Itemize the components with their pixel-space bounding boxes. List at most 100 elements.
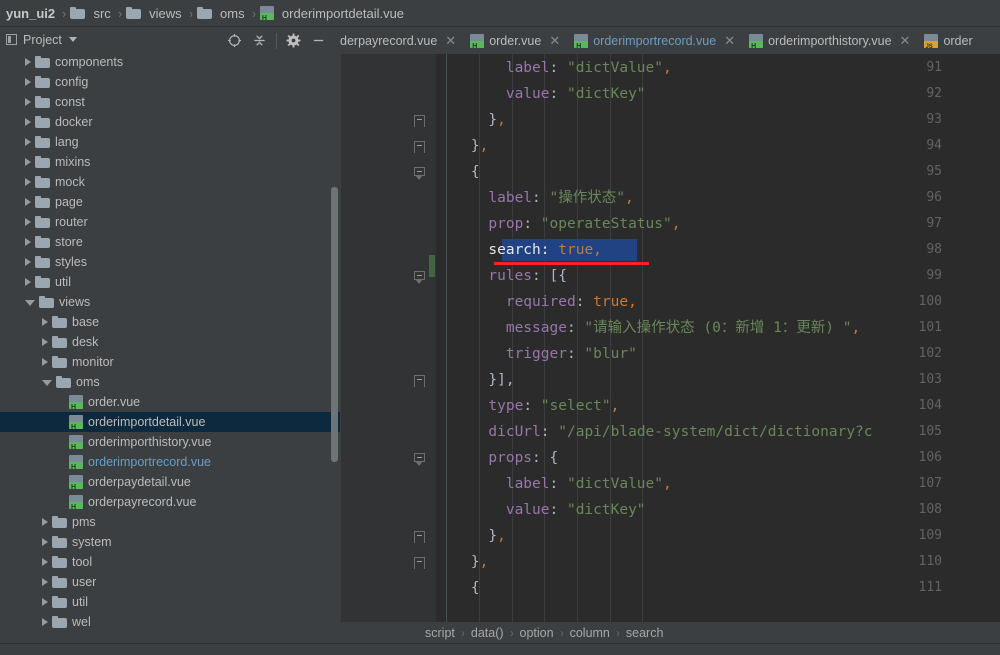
tree-item-system[interactable]: system xyxy=(0,532,340,552)
tree-item-order-vue[interactable]: order.vue xyxy=(0,392,340,412)
chevron-right-icon[interactable] xyxy=(25,278,31,286)
tree-item-oms[interactable]: oms xyxy=(0,372,340,392)
code-fold-marker[interactable] xyxy=(414,271,425,284)
code-fold-marker[interactable] xyxy=(414,141,425,153)
code-line[interactable]: label: "dictValue", xyxy=(436,471,672,497)
chevron-right-icon[interactable] xyxy=(42,358,48,366)
breadcrumb-item-views[interactable]: views xyxy=(125,0,186,27)
tree-item-desk[interactable]: desk xyxy=(0,332,340,352)
chevron-down-icon[interactable] xyxy=(68,37,77,42)
chevron-right-icon[interactable] xyxy=(42,618,48,626)
tree-item-components[interactable]: components xyxy=(0,52,340,72)
code-line[interactable]: }, xyxy=(436,523,505,549)
structure-breadcrumb-item-search[interactable]: search xyxy=(626,626,664,640)
project-tree[interactable]: components config const docker lang mixins moc… xyxy=(0,52,340,655)
code-line[interactable]: value: "dictKey" xyxy=(436,497,646,523)
chevron-down-icon[interactable] xyxy=(25,300,35,306)
code-fold-marker[interactable] xyxy=(414,453,425,466)
close-icon[interactable]: ✕ xyxy=(898,34,913,47)
tree-item-lang[interactable]: lang xyxy=(0,132,340,152)
code-line[interactable]: props: { xyxy=(436,445,558,471)
tree-item-config[interactable]: config xyxy=(0,72,340,92)
breadcrumb-item-file[interactable]: orderimportdetail.vue xyxy=(259,0,408,27)
chevron-down-icon[interactable] xyxy=(42,380,52,386)
collapse-all-icon[interactable] xyxy=(249,30,270,51)
tree-item-docker[interactable]: docker xyxy=(0,112,340,132)
code-line[interactable]: rules: [{ xyxy=(436,263,567,289)
tree-item-orderimportrecord-vue[interactable]: orderimportrecord.vue xyxy=(0,452,340,472)
tree-item-store[interactable]: store xyxy=(0,232,340,252)
tree-item-router[interactable]: router xyxy=(0,212,340,232)
code-line[interactable]: }, xyxy=(436,549,488,575)
chevron-right-icon[interactable] xyxy=(25,258,31,266)
editor-tab[interactable]: orderimportrecord.vue ✕ xyxy=(567,27,742,54)
tree-item-orderpaydetail-vue[interactable]: orderpaydetail.vue xyxy=(0,472,340,492)
tree-item-user[interactable]: user xyxy=(0,572,340,592)
close-icon[interactable]: ✕ xyxy=(547,34,562,47)
chevron-right-icon[interactable] xyxy=(25,218,31,226)
structure-breadcrumb-item-data[interactable]: data() xyxy=(471,626,504,640)
chevron-right-icon[interactable] xyxy=(42,338,48,346)
code-line[interactable]: message: "请输入操作状态 (0：新增 1：更新) ", xyxy=(436,315,860,341)
structure-breadcrumb[interactable]: script › data() › option › column › search xyxy=(341,622,1000,643)
tree-item-tool[interactable]: tool xyxy=(0,552,340,572)
code-line[interactable]: prop: "operateStatus", xyxy=(436,211,680,237)
editor-tab[interactable]: derpayrecord.vue ✕ xyxy=(333,27,463,54)
close-icon[interactable]: ✕ xyxy=(722,34,737,47)
chevron-right-icon[interactable] xyxy=(42,518,48,526)
tree-item-wel[interactable]: wel xyxy=(0,612,340,632)
close-icon[interactable]: ✕ xyxy=(443,34,458,47)
chevron-right-icon[interactable] xyxy=(25,198,31,206)
tree-item-mixins[interactable]: mixins xyxy=(0,152,340,172)
code-line[interactable]: label: "dictValue", xyxy=(436,55,672,81)
structure-breadcrumb-item-option[interactable]: option xyxy=(520,626,554,640)
chevron-right-icon[interactable] xyxy=(25,118,31,126)
tree-item-util[interactable]: util xyxy=(0,272,340,292)
code-line[interactable]: dicUrl: "/api/blade-system/dict/dictiona… xyxy=(436,419,872,445)
code-line[interactable]: }, xyxy=(436,133,488,159)
code-line[interactable]: type: "select", xyxy=(436,393,619,419)
code-fold-marker[interactable] xyxy=(414,375,425,387)
code-line[interactable]: trigger: "blur" xyxy=(436,341,637,367)
hide-panel-icon[interactable] xyxy=(308,30,329,51)
chevron-right-icon[interactable] xyxy=(42,578,48,586)
breadcrumb-item-oms[interactable]: oms xyxy=(196,0,249,27)
locate-target-icon[interactable] xyxy=(224,30,245,51)
chevron-right-icon[interactable] xyxy=(42,318,48,326)
code-line[interactable]: label: "操作状态", xyxy=(436,185,633,211)
breadcrumb-item-project[interactable]: yun_ui2 xyxy=(2,0,59,27)
tree-item-pms[interactable]: pms xyxy=(0,512,340,532)
breadcrumb-item-src[interactable]: src xyxy=(69,0,114,27)
chevron-right-icon[interactable] xyxy=(25,138,31,146)
tree-item-views[interactable]: views xyxy=(0,292,340,312)
project-tree-scrollbar[interactable] xyxy=(331,187,338,462)
code-content[interactable]: label: "dictValue", value: "dictKey" }, … xyxy=(436,54,1000,622)
chevron-right-icon[interactable] xyxy=(42,598,48,606)
editor-tab[interactable]: orderimporthistory.vue ✕ xyxy=(742,27,917,54)
editor-tab[interactable]: order xyxy=(917,27,983,54)
tree-item-orderpayrecord-vue[interactable]: orderpayrecord.vue xyxy=(0,492,340,512)
chevron-right-icon[interactable] xyxy=(42,538,48,546)
tree-item-page[interactable]: page xyxy=(0,192,340,212)
chevron-right-icon[interactable] xyxy=(42,558,48,566)
code-line[interactable]: { xyxy=(436,575,480,601)
code-fold-marker[interactable] xyxy=(414,531,425,543)
chevron-right-icon[interactable] xyxy=(25,78,31,86)
tree-item-util[interactable]: util xyxy=(0,592,340,612)
structure-breadcrumb-item-column[interactable]: column xyxy=(570,626,610,640)
tree-item-const[interactable]: const xyxy=(0,92,340,112)
tree-item-mock[interactable]: mock xyxy=(0,172,340,192)
chevron-right-icon[interactable] xyxy=(25,158,31,166)
code-line[interactable]: }, xyxy=(436,107,505,133)
code-fold-marker[interactable] xyxy=(414,557,425,569)
tree-item-orderimportdetail-vue[interactable]: orderimportdetail.vue xyxy=(0,412,340,432)
code-line[interactable]: }], xyxy=(436,367,514,393)
code-line[interactable]: required: true, xyxy=(436,289,637,315)
code-fold-marker[interactable] xyxy=(414,167,425,180)
tree-item-monitor[interactable]: monitor xyxy=(0,352,340,372)
code-line[interactable]: { xyxy=(436,159,480,185)
structure-breadcrumb-item-script[interactable]: script xyxy=(425,626,455,640)
chevron-right-icon[interactable] xyxy=(25,178,31,186)
code-editor[interactable]: 91 92 93 94 95 96 97 98 99 100 101 102 103 104 105 106 1… xyxy=(341,54,1000,622)
code-fold-marker[interactable] xyxy=(414,115,425,127)
